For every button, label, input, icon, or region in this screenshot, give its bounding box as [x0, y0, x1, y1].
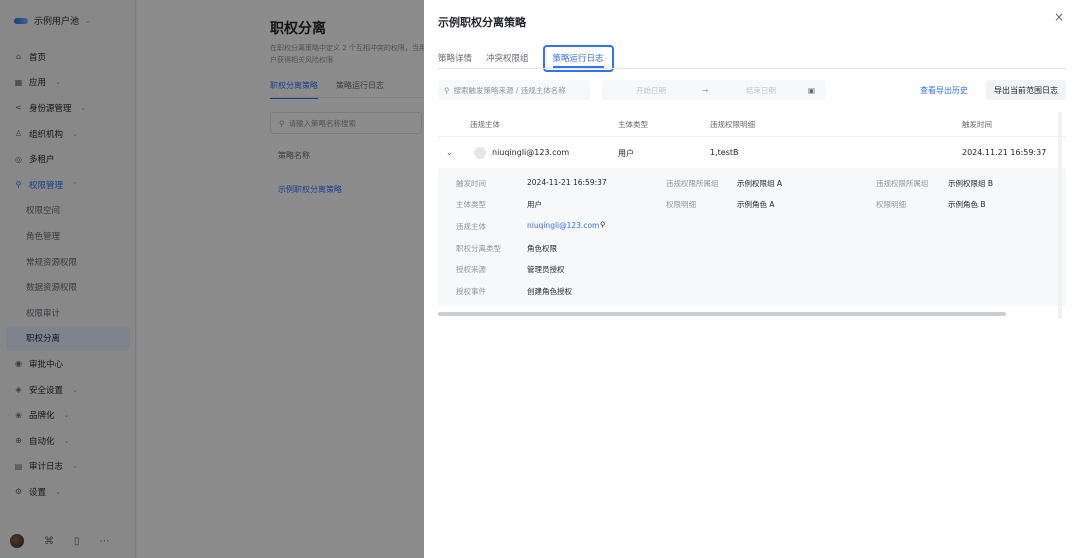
log-table: 违规主体 主体类型 违规权限明细 触发时间 ⌄ niuqingli@123.co… [438, 112, 1066, 306]
detail-value: 角色权限 [527, 244, 557, 253]
export-log-button[interactable]: 导出当前范围日志 [986, 80, 1066, 100]
column-header-subject: 违规主体 [470, 120, 500, 129]
column-header-subject-type: 主体类型 [618, 120, 648, 129]
detail-label: 违规权限所属组 [876, 179, 929, 188]
date-start-placeholder: 开始日期 [636, 85, 666, 95]
calendar-icon: ▣ [808, 85, 816, 95]
detail-value: 2024-11-21 16:59:37 [527, 178, 607, 187]
chevron-down-icon[interactable]: ⌄ [446, 148, 453, 157]
horizontal-scrollbar[interactable] [438, 312, 1066, 316]
drawer-title: 示例职权分离策略 [438, 16, 526, 29]
column-header-violation-detail: 违规权限明细 [710, 120, 755, 129]
scrollbar-thumb[interactable] [438, 312, 1006, 316]
search-icon[interactable]: ⚲ [600, 220, 606, 229]
view-export-history-link[interactable]: 查看导出历史 [920, 85, 968, 96]
vertical-scrollbar[interactable] [1058, 112, 1062, 318]
tab-policy-details[interactable]: 策略详情 [438, 52, 479, 72]
arrow-right-icon: → [702, 85, 709, 95]
detail-label: 授权来源 [456, 265, 486, 274]
log-toolbar: ⚲ 搜索触发策略来源 / 违规主体名称 开始日期 → 结束日期 ▣ 查看导出历史… [438, 80, 1066, 100]
subject-cell: niuqingli@123.com [492, 148, 570, 157]
detail-value: 示例角色 A [737, 200, 775, 209]
table-header: 违规主体 主体类型 违规权限明细 触发时间 [438, 112, 1066, 136]
detail-label: 权限明细 [876, 200, 906, 209]
row-expanded-details: 触发时间 2024-11-21 16:59:37 违规权限所属组 示例权限组 A… [438, 168, 1066, 306]
detail-label: 授权事件 [456, 287, 486, 296]
search-placeholder: 搜索触发策略来源 / 违规主体名称 [453, 85, 566, 95]
close-icon[interactable]: × [1052, 10, 1066, 24]
detail-label: 职权分离类型 [456, 244, 501, 253]
policy-drawer: 示例职权分离策略 × 策略详情 冲突权限组 策略运行日志 ⚲ 搜索触发策略来源 … [424, 0, 1080, 558]
detail-label: 权限明细 [666, 200, 696, 209]
detail-value: 示例权限组 B [948, 179, 994, 188]
detail-label: 主体类型 [456, 200, 486, 209]
detail-value: 用户 [527, 200, 542, 209]
tab-conflict-groups[interactable]: 冲突权限组 [486, 52, 536, 72]
detail-value: 示例角色 B [948, 200, 986, 209]
avatar [474, 147, 486, 159]
violation-detail-cell: 1,testB [710, 148, 739, 157]
trigger-time-cell: 2024.11.21 16:59:37 [962, 148, 1047, 157]
log-search-input[interactable]: ⚲ 搜索触发策略来源 / 违规主体名称 [438, 80, 590, 100]
detail-value: 示例权限组 A [737, 179, 783, 188]
detail-label: 违规权限所属组 [666, 179, 719, 188]
search-icon: ⚲ [444, 85, 450, 95]
subject-link[interactable]: niuqingli@123.com [527, 221, 599, 230]
detail-label: 触发时间 [456, 179, 486, 188]
detail-value: 管理员授权 [527, 265, 565, 274]
subject-type-cell: 用户 [618, 149, 634, 158]
date-end-placeholder: 结束日期 [746, 85, 776, 95]
detail-label: 违规主体 [456, 222, 486, 231]
column-header-trigger-time: 触发时间 [962, 120, 992, 129]
detail-value: 创建角色授权 [527, 287, 572, 296]
table-row[interactable]: ⌄ niuqingli@123.com 用户 1,testB 2024.11.2… [438, 136, 1066, 168]
date-range-picker[interactable]: 开始日期 → 结束日期 ▣ [602, 80, 826, 100]
tabs-divider [438, 68, 1066, 69]
